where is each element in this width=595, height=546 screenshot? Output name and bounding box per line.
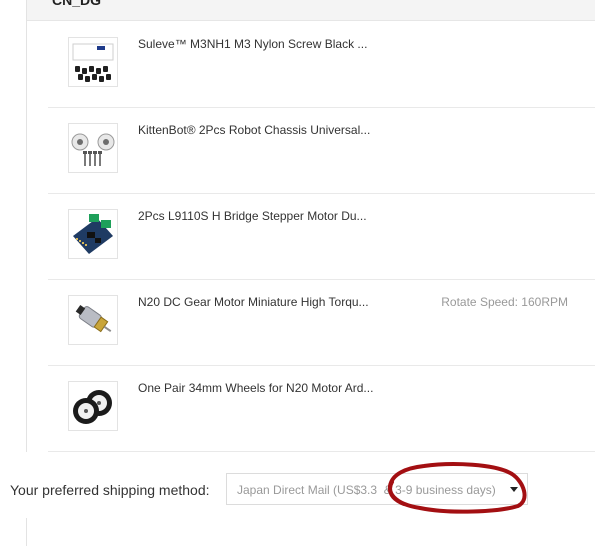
product-title[interactable]: 2Pcs L9110S H Bridge Stepper Motor Du...: [138, 209, 388, 223]
cart-item: One Pair 34mm Wheels for N20 Motor Ard..…: [48, 365, 595, 452]
product-thumbnail[interactable]: [68, 381, 118, 431]
motor-driver-image: [73, 214, 113, 254]
product-thumbnail[interactable]: [68, 295, 118, 345]
shipping-method-label: Your preferred shipping method:: [10, 482, 210, 498]
product-attribute: Rotate Speed: 160RPM: [441, 295, 568, 309]
gear-motor-image: [75, 305, 112, 333]
caster-wheel-image: [71, 133, 115, 166]
product-thumbnail[interactable]: [68, 209, 118, 259]
product-title[interactable]: One Pair 34mm Wheels for N20 Motor Ard..…: [138, 381, 388, 395]
left-border-line-lower: [26, 518, 27, 546]
warehouse-group-header: CN_DG: [27, 0, 595, 21]
caret-down-icon: [510, 487, 518, 492]
product-thumbnail[interactable]: [68, 123, 118, 173]
product-title[interactable]: Suleve™ M3NH1 M3 Nylon Screw Black ...: [138, 37, 388, 51]
cart-item: Suleve™ M3NH1 M3 Nylon Screw Black ...: [48, 21, 595, 108]
cart-item: 2Pcs L9110S H Bridge Stepper Motor Du...: [48, 193, 595, 280]
wheels-image: [73, 390, 112, 424]
left-border-line: [26, 0, 27, 452]
screw-kit-image: [72, 43, 114, 82]
cart-item: KittenBot® 2Pcs Robot Chassis Universal.…: [48, 107, 595, 194]
shipping-method-value: Japan Direct Mail (US$3.3 & 3-9 business…: [237, 483, 496, 497]
cart-item: N20 DC Gear Motor Miniature High Torqu..…: [48, 279, 595, 366]
product-thumbnail[interactable]: [68, 37, 118, 87]
warehouse-group-title: CN_DG: [52, 0, 102, 8]
product-title[interactable]: N20 DC Gear Motor Miniature High Torqu..…: [138, 295, 388, 309]
product-title[interactable]: KittenBot® 2Pcs Robot Chassis Universal.…: [138, 123, 388, 137]
shipping-method-select[interactable]: Japan Direct Mail (US$3.3 & 3-9 business…: [226, 473, 528, 505]
